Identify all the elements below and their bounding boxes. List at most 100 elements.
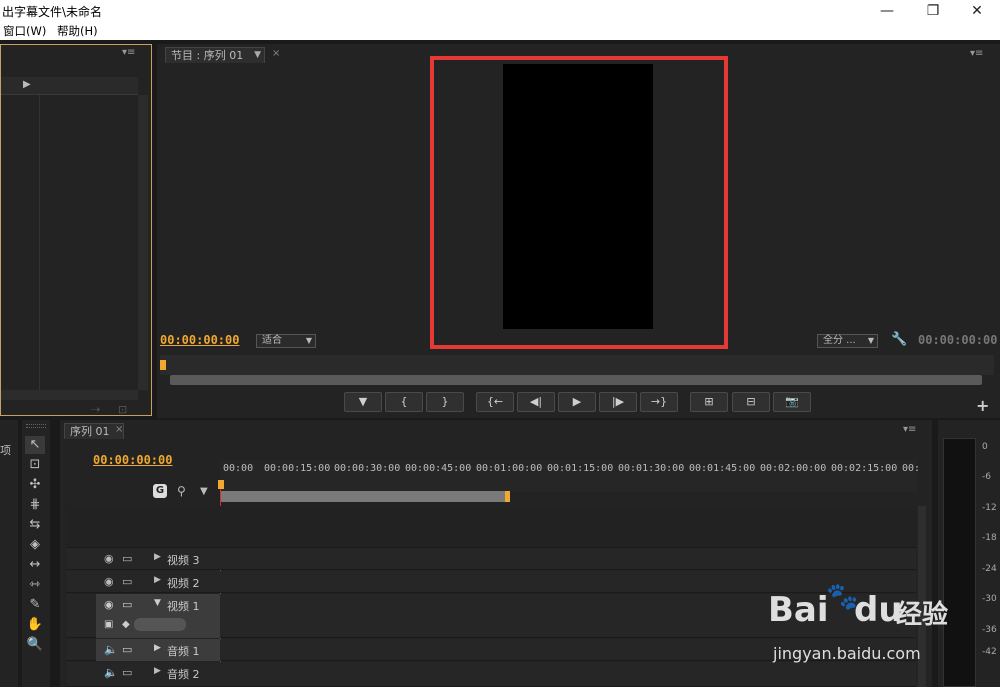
bottom-left-panel: 项	[0, 420, 18, 687]
lock-icon[interactable]: ▭	[122, 575, 132, 588]
lock-icon[interactable]: ▭	[122, 598, 132, 611]
wrench-icon[interactable]: 🔧	[891, 332, 907, 347]
highlight-box	[430, 56, 728, 349]
quality-dropdown-label: 全分 ...	[823, 335, 856, 346]
new-item-icon[interactable]: ⊡	[118, 403, 127, 416]
empty-track-area	[66, 506, 916, 548]
tab-close-icon[interactable]: ×	[272, 48, 280, 59]
ruler-tick: 00:00:30:00	[334, 463, 401, 474]
zoom-tool-icon[interactable]: 🔍	[25, 636, 45, 654]
track-label: 音频 1	[167, 645, 200, 658]
timeline-timecode[interactable]: 00:00:00:00	[93, 453, 172, 467]
track-audio-2[interactable]: 🔈 ▭ ▶ 音频 2	[66, 662, 916, 687]
go-to-in-button[interactable]: {←	[476, 392, 514, 412]
meter-tick: -18	[982, 533, 997, 543]
meter-tick: -12	[982, 503, 997, 513]
play-button[interactable]: ▶	[558, 392, 596, 412]
close-button[interactable]: ✕	[962, 2, 992, 20]
lock-icon[interactable]: ▭	[122, 552, 132, 565]
quality-dropdown[interactable]: 全分 ... ▼	[817, 334, 878, 348]
eye-icon[interactable]: ◉	[104, 598, 114, 611]
tab-close-icon[interactable]: ×	[115, 424, 123, 435]
marker-icon[interactable]: ▼	[200, 486, 208, 497]
rate-stretch-tool-icon[interactable]: ⇆	[25, 516, 45, 534]
lock-icon[interactable]: ▭	[122, 666, 132, 679]
ruler-tick: 00:00	[223, 463, 254, 474]
expand-track-icon[interactable]: ▶	[154, 643, 161, 653]
fit-dropdown-label: 适合	[262, 335, 282, 346]
add-marker-button[interactable]: ▼	[344, 392, 382, 412]
project-list-header: ▶	[1, 77, 138, 95]
pen-tool-icon[interactable]: ✎	[25, 596, 45, 614]
lock-icon[interactable]: ▭	[122, 643, 132, 656]
export-frame-button[interactable]: 📷	[773, 392, 811, 412]
tab-dropdown-icon[interactable]: ▼	[254, 48, 261, 63]
fit-dropdown[interactable]: 适合 ▼	[256, 334, 316, 348]
playhead-marker[interactable]	[160, 360, 166, 370]
expand-arrow-icon[interactable]: ▶	[23, 79, 31, 90]
expand-track-icon[interactable]: ▶	[154, 552, 161, 562]
speaker-icon[interactable]: 🔈	[104, 643, 118, 656]
display-style-icon[interactable]: ▣	[104, 619, 113, 630]
menu-window[interactable]: 窗口(W)	[3, 23, 46, 39]
add-button-icon[interactable]: +	[976, 396, 989, 415]
minimize-button[interactable]: —	[872, 2, 902, 20]
left-panel-tab[interactable]: 项	[0, 442, 11, 458]
eye-icon[interactable]: ◉	[104, 575, 114, 588]
collapse-track-icon[interactable]: ▼	[154, 598, 161, 608]
rolling-edit-tool-icon[interactable]: ⋕	[25, 496, 45, 514]
go-to-out-button[interactable]: →}	[640, 392, 678, 412]
extract-button[interactable]: ⊟	[732, 392, 770, 412]
zoom-scrollbar[interactable]	[170, 375, 982, 385]
mark-in-button[interactable]: {	[385, 392, 423, 412]
keyframe-icon[interactable]: ◆	[122, 619, 130, 630]
lift-button[interactable]: ⊞	[690, 392, 728, 412]
chevron-down-icon: ▼	[305, 336, 312, 345]
step-back-button[interactable]: ◀|	[517, 392, 555, 412]
selection-tool-icon[interactable]: ↖	[25, 436, 45, 454]
ruler-tick: 00:00:15:00	[264, 463, 331, 474]
title-bar: 出字幕文件\未命名 — ❐ ✕	[0, 0, 1000, 22]
slide-tool-icon[interactable]: ⇿	[25, 576, 45, 594]
project-scrollbar[interactable]	[138, 95, 148, 390]
tab-program[interactable]: 节目 : 序列 01 ▼	[165, 47, 265, 63]
maximize-button[interactable]: ❐	[918, 2, 948, 20]
panel-menu-icon[interactable]: ▾≡	[970, 48, 983, 59]
track-select-tool-icon[interactable]: ⊡	[25, 456, 45, 474]
timeline-playhead-marker[interactable]	[218, 480, 224, 489]
panel-menu-icon[interactable]: ▾≡	[122, 47, 135, 58]
ruler-tick: 00:02:00:00	[760, 463, 827, 474]
expand-track-icon[interactable]: ▶	[154, 575, 161, 585]
tab-sequence-label: 序列 01	[70, 425, 110, 438]
monitor-time-ruler[interactable]	[160, 355, 994, 375]
razor-tool-icon[interactable]: ◈	[25, 536, 45, 554]
menu-help[interactable]: 帮助(H)	[57, 23, 98, 39]
ripple-edit-tool-icon[interactable]: ✣	[25, 476, 45, 494]
track-label: 视频 3	[167, 554, 200, 567]
snap-icon[interactable]: G	[153, 484, 167, 498]
hand-tool-icon[interactable]: ✋	[25, 616, 45, 634]
keyframe-nav[interactable]	[134, 618, 186, 631]
track-video-3[interactable]: ◉ ▭ ▶ 视频 3	[66, 548, 916, 570]
add-marker-icon[interactable]: ⚲	[177, 484, 186, 498]
mark-out-button[interactable]: }	[426, 392, 464, 412]
meter-tick: -24	[982, 564, 997, 574]
project-hscrollbar[interactable]	[1, 390, 138, 400]
panel-menu-icon[interactable]: ▾≡	[903, 424, 916, 435]
work-area-end-handle[interactable]	[505, 491, 510, 502]
project-panel: ▶ ▾≡ ⇢ ⊡	[0, 44, 152, 416]
column-divider	[39, 95, 40, 395]
window-title: 出字幕文件\未命名	[2, 5, 103, 19]
track-label: 音频 2	[167, 668, 200, 681]
audio-meter-bars	[943, 438, 976, 687]
program-timecode[interactable]: 00:00:00:00	[160, 333, 239, 347]
step-forward-button[interactable]: |▶	[599, 392, 637, 412]
work-area-bar[interactable]	[220, 491, 509, 502]
grip-icon[interactable]	[26, 424, 46, 428]
speaker-icon[interactable]: 🔈	[104, 666, 118, 679]
eye-icon[interactable]: ◉	[104, 552, 114, 565]
automate-icon[interactable]: ⇢	[91, 403, 100, 416]
slip-tool-icon[interactable]: ↔	[25, 556, 45, 574]
menu-bar: 窗口(W) 帮助(H)	[0, 22, 1000, 40]
expand-track-icon[interactable]: ▶	[154, 666, 161, 676]
